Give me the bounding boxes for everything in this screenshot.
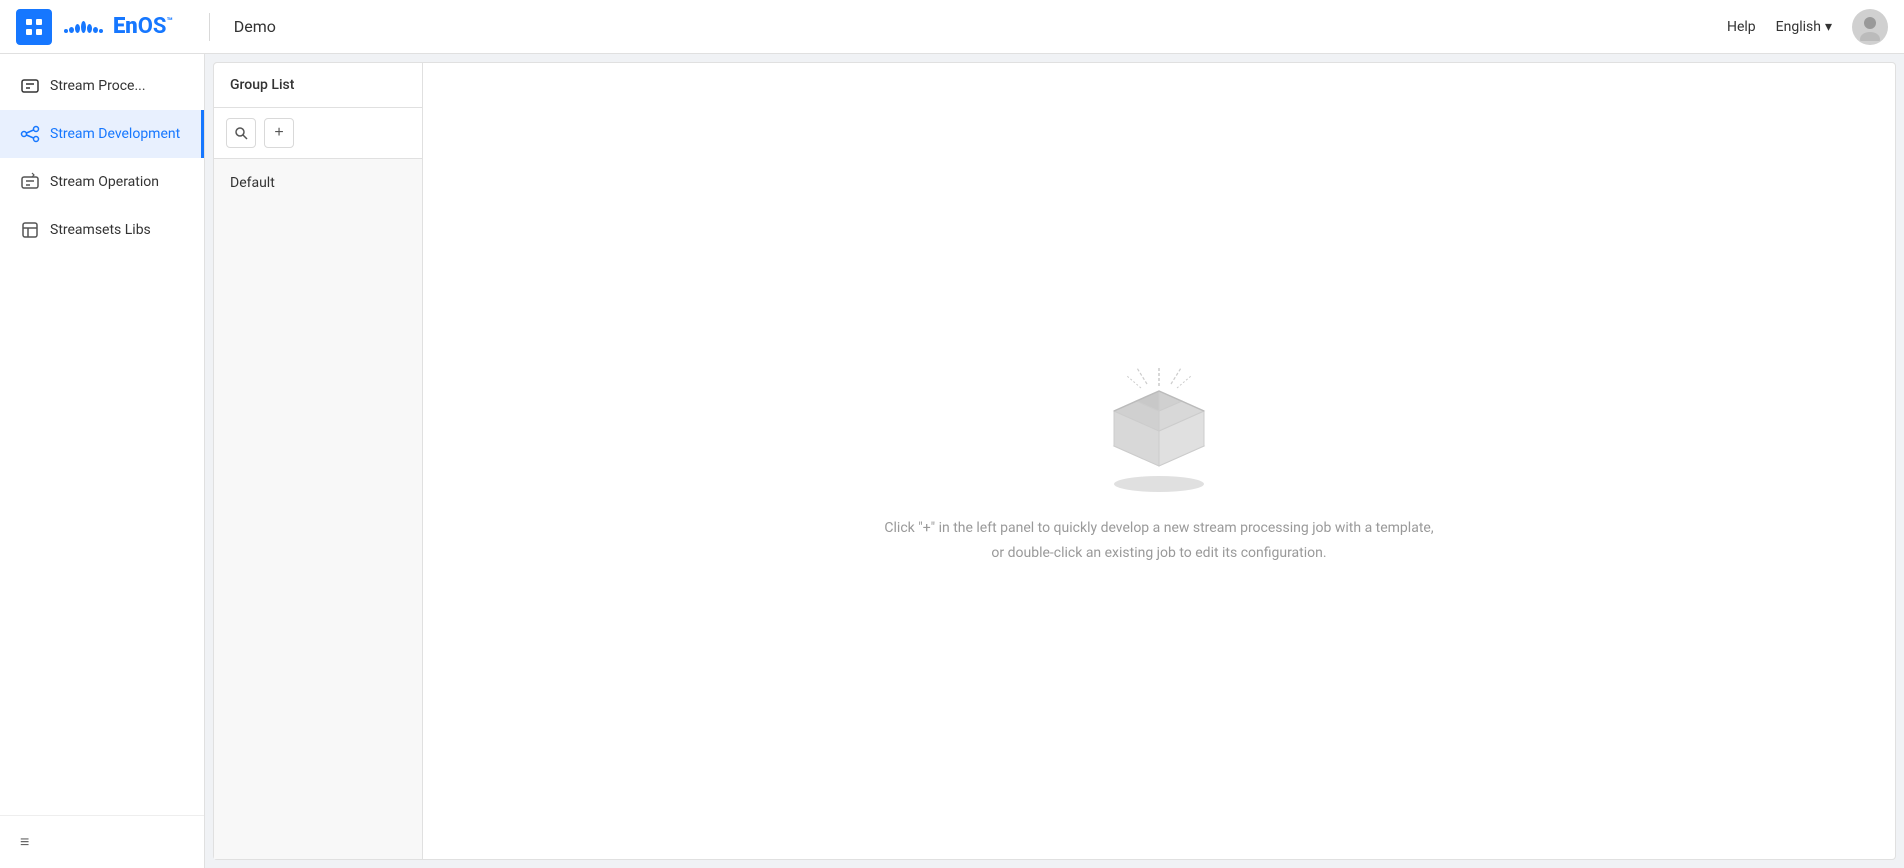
content-area: Group List + Default <box>205 54 1904 868</box>
header-divider <box>209 13 210 41</box>
sidebar-section-title: Stream Proce... <box>50 78 146 94</box>
sidebar-item-streamsets-libs[interactable]: Streamsets Libs <box>0 206 204 254</box>
help-link[interactable]: Help <box>1727 19 1756 35</box>
group-list-items: Default <box>214 159 422 859</box>
sidebar-section-header: Stream Proce... <box>0 62 204 110</box>
logo-area: EnOS™ <box>64 14 173 39</box>
group-list-header: Group List <box>214 63 422 108</box>
sidebar-item-streamsets-libs-label: Streamsets Libs <box>50 222 151 238</box>
main-layout: Stream Proce... Stream Development <box>0 0 1904 868</box>
empty-state-icon <box>1079 356 1239 496</box>
list-item[interactable]: Default <box>214 167 422 199</box>
header-right: Help English ▾ <box>1727 9 1888 45</box>
group-list-panel: Group List + Default <box>213 62 423 860</box>
app-title: Demo <box>234 17 276 36</box>
enos-logo-text: EnOS™ <box>113 14 173 39</box>
sidebar-footer: ≡ <box>0 815 204 868</box>
grid-menu-button[interactable] <box>16 9 52 45</box>
empty-state: Click "+" in the left panel to quickly d… <box>879 356 1439 566</box>
inner-layout: Group List + Default <box>213 62 1896 860</box>
add-group-button[interactable]: + <box>264 118 294 148</box>
sidebar: Stream Proce... Stream Development <box>0 54 205 868</box>
user-avatar[interactable] <box>1852 9 1888 45</box>
group-list-toolbar: + <box>214 108 422 159</box>
language-label: English <box>1776 19 1821 35</box>
empty-state-message: Click "+" in the left panel to quickly d… <box>879 516 1439 566</box>
main-panel: Click "+" in the left panel to quickly d… <box>423 62 1896 860</box>
sidebar-item-stream-operation-label: Stream Operation <box>50 174 159 190</box>
chevron-down-icon: ▾ <box>1825 19 1832 35</box>
logo-dots-icon <box>64 21 103 33</box>
sidebar-item-stream-development-label: Stream Development <box>50 126 180 142</box>
header-left: EnOS™ Demo <box>16 9 276 45</box>
sidebar-item-stream-operation[interactable]: Stream Operation <box>0 158 204 206</box>
sidebar-nav: Stream Proce... Stream Development <box>0 54 204 815</box>
search-button[interactable] <box>226 118 256 148</box>
sidebar-item-stream-development[interactable]: Stream Development <box>0 110 204 158</box>
sidebar-collapse-icon[interactable]: ≡ <box>20 832 29 851</box>
language-selector[interactable]: English ▾ <box>1776 19 1832 35</box>
app-header: EnOS™ Demo Help English ▾ <box>0 0 1904 54</box>
